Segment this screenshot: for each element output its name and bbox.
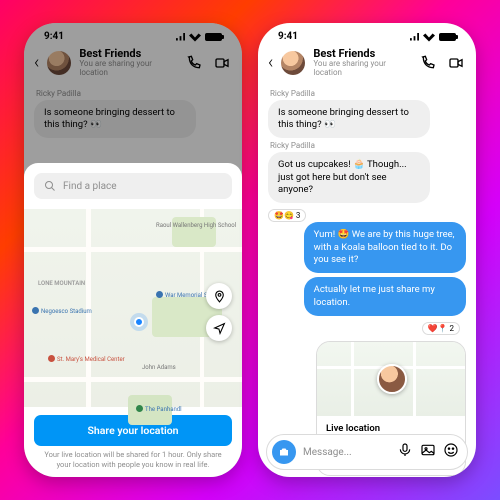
image-icon[interactable] xyxy=(420,442,436,462)
composer-placeholder: Message... xyxy=(303,447,390,458)
back-icon[interactable]: ‹ xyxy=(268,52,273,73)
reaction-chip[interactable]: ❤️📍2 xyxy=(422,322,460,335)
search-icon xyxy=(44,180,56,192)
battery-icon xyxy=(439,33,456,41)
poi-label: St. Mary's Medical Center xyxy=(48,355,125,363)
signal-icon xyxy=(407,33,419,41)
chat-subtitle: You are sharing your location xyxy=(313,60,410,78)
reaction-chip[interactable]: 🤩😋3 xyxy=(268,209,306,222)
video-call-icon[interactable] xyxy=(446,53,466,73)
composer[interactable]: Message... xyxy=(266,434,468,470)
drop-pin-button[interactable] xyxy=(206,283,232,309)
poi-label: Raoul Wallenberg High School xyxy=(156,223,236,229)
phone-right: 9:41 ‹ Best Friends You are sharing your… xyxy=(258,23,476,477)
sticker-icon[interactable] xyxy=(443,442,459,462)
current-location-dot xyxy=(134,317,144,327)
poi-label: Negoesco Stadium xyxy=(32,307,92,315)
avatar[interactable] xyxy=(281,51,305,75)
recenter-button[interactable] xyxy=(206,315,232,341)
status-right xyxy=(407,32,456,42)
message-incoming[interactable]: Got us cupcakes! 🧁 Though... just got he… xyxy=(268,152,430,203)
search-placeholder: Find a place xyxy=(63,181,117,192)
sender-label: Ricky Padilla xyxy=(270,89,466,98)
chat-title-block[interactable]: Best Friends You are sharing your locati… xyxy=(313,48,410,78)
disclaimer-text: Your live location will be shared for 1 … xyxy=(24,450,242,477)
camera-button[interactable] xyxy=(272,440,296,464)
map[interactable]: Raoul Wallenberg High School LONE MOUNTA… xyxy=(24,209,242,407)
message-outgoing[interactable]: Actually let me just share my location. xyxy=(304,277,466,316)
map-thumbnail xyxy=(317,342,465,416)
neighborhood-label: LONE MOUNTAIN xyxy=(38,281,85,287)
status-bar: 9:41 xyxy=(258,23,476,44)
wifi-icon xyxy=(423,32,435,42)
status-time: 9:41 xyxy=(278,31,298,42)
call-icon[interactable] xyxy=(418,53,438,73)
mic-icon[interactable] xyxy=(397,442,413,462)
avatar-pin xyxy=(377,364,407,394)
chat-header: ‹ Best Friends You are sharing your loca… xyxy=(258,44,476,86)
poi-label: John Adams xyxy=(142,365,176,371)
location-sheet: Find a place Raoul Wallenberg High Schoo… xyxy=(24,163,242,477)
search-input[interactable]: Find a place xyxy=(34,173,232,199)
poi-label: The Panhandl xyxy=(136,405,182,413)
sender-label: Ricky Padilla xyxy=(270,141,466,150)
message-outgoing[interactable]: Yum! 🤩 We are by this huge tree, with a … xyxy=(304,222,466,273)
location-card-title: Live location xyxy=(326,423,456,434)
message-incoming[interactable]: Is someone bringing dessert to this thin… xyxy=(268,100,430,139)
phone-left: 9:41 ‹ Best Friends You are sharing your… xyxy=(24,23,242,477)
messages: Ricky Padilla Is someone bringing desser… xyxy=(258,89,476,476)
